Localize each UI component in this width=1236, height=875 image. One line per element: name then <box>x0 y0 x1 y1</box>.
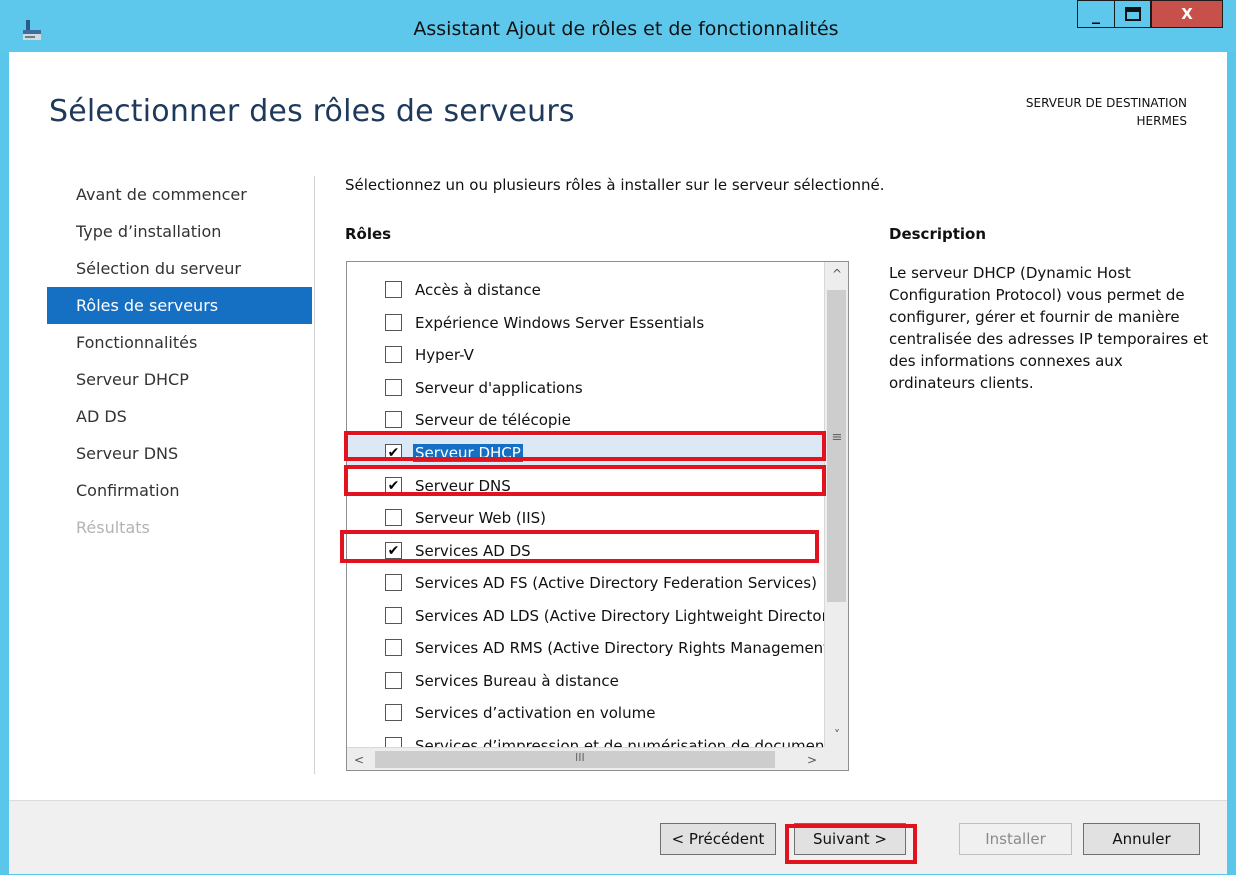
description-header: Description <box>889 225 987 243</box>
role-label: Serveur DHCP <box>413 443 523 462</box>
close-icon: X <box>1181 5 1193 23</box>
wizard-footer: < Précédent Suivant > Installer Annuler <box>9 800 1227 874</box>
minimize-button[interactable]: _ <box>1077 0 1114 28</box>
install-button: Installer <box>959 823 1072 855</box>
instructions-text: Sélectionnez un ou plusieurs rôles à ins… <box>345 176 885 194</box>
role-label: Expérience Windows Server Essentials <box>415 313 705 332</box>
role-item-selected[interactable]: ✔ Serveur DHCP <box>347 436 825 469</box>
role-item[interactable]: Services d’activation en volume <box>347 696 825 729</box>
destination-server-name: HERMES <box>1136 114 1188 128</box>
nav-item-serveur-dns[interactable]: Serveur DNS <box>47 435 312 472</box>
page-title: Sélectionner des rôles de serveurs <box>49 94 575 129</box>
role-item[interactable]: Serveur d'applications <box>347 371 825 404</box>
role-label: Serveur de télécopie <box>415 410 571 429</box>
description-text: Le serveur DHCP (Dynamic Host Configurat… <box>889 264 1209 392</box>
role-checkbox[interactable] <box>385 379 402 396</box>
maximize-icon <box>1115 1 1150 27</box>
role-checkbox[interactable] <box>385 607 402 624</box>
nav-divider <box>314 176 315 774</box>
roles-listbox[interactable]: Accès à distance Expérience Windows Serv… <box>346 261 849 771</box>
role-label: Services AD LDS (Active Directory Lightw… <box>415 606 825 625</box>
title-bar[interactable]: Assistant Ajout de rôles et de fonctionn… <box>0 0 1236 52</box>
role-label: Hyper-V <box>415 345 474 364</box>
role-item[interactable]: ✔ Services AD DS <box>347 534 825 567</box>
role-item[interactable]: Serveur Web (IIS) <box>347 501 825 534</box>
scrollbar-corner <box>824 747 848 770</box>
scroll-left-icon[interactable]: < <box>347 748 371 770</box>
role-checkbox[interactable] <box>385 704 402 721</box>
minimize-icon: _ <box>1092 4 1100 24</box>
scroll-right-icon[interactable]: > <box>800 748 824 770</box>
role-checkbox[interactable] <box>385 574 402 591</box>
role-checkbox[interactable] <box>385 281 402 298</box>
vertical-scroll-thumb[interactable] <box>827 290 846 602</box>
role-label: Services AD DS <box>415 541 531 560</box>
nav-item-ad-ds[interactable]: AD DS <box>47 398 312 435</box>
next-button[interactable]: Suivant > <box>794 823 906 855</box>
role-item[interactable]: Services Bureau à distance <box>347 664 825 697</box>
role-item[interactable]: Accès à distance <box>347 273 825 306</box>
nav-item-serveur-dhcp[interactable]: Serveur DHCP <box>47 361 312 398</box>
previous-button[interactable]: < Précédent <box>660 823 776 855</box>
role-item[interactable]: Services AD LDS (Active Directory Lightw… <box>347 599 825 632</box>
scroll-grip-icon: ≡ <box>831 430 843 445</box>
wizard-step-nav: Avant de commencer Type d’installation S… <box>47 176 312 546</box>
role-checkbox[interactable] <box>385 509 402 526</box>
nav-item-fonctionnalites[interactable]: Fonctionnalités <box>47 324 312 361</box>
destination-server-info: SERVEUR DE DESTINATION HERMES <box>1026 94 1187 130</box>
horizontal-scroll-thumb[interactable]: III <box>375 751 775 768</box>
role-item[interactable]: Hyper-V <box>347 338 825 371</box>
maximize-button[interactable] <box>1114 0 1151 28</box>
role-item[interactable]: Serveur de télécopie <box>347 403 825 436</box>
wizard-window: Assistant Ajout de rôles et de fonctionn… <box>0 0 1236 875</box>
horizontal-scrollbar[interactable]: < III > <box>347 747 824 770</box>
scroll-grip-icon: III <box>575 751 585 764</box>
wizard-content: Sélectionner des rôles de serveurs SERVE… <box>9 52 1227 874</box>
window-title: Assistant Ajout de rôles et de fonctionn… <box>413 18 839 40</box>
role-label: Services AD FS (Active Directory Federat… <box>415 573 817 592</box>
role-label: Accès à distance <box>415 280 541 299</box>
role-checkbox[interactable] <box>385 346 402 363</box>
destination-label: SERVEUR DE DESTINATION <box>1025 96 1187 110</box>
role-checkbox[interactable] <box>385 672 402 689</box>
cancel-button[interactable]: Annuler <box>1083 823 1200 855</box>
role-checkbox[interactable] <box>385 314 402 331</box>
vertical-scrollbar[interactable]: ^ ≡ ˅ <box>824 262 848 747</box>
role-label: Services d’activation en volume <box>415 703 656 722</box>
role-label: Services Bureau à distance <box>415 671 619 690</box>
scroll-up-icon[interactable]: ^ <box>825 262 848 286</box>
role-label: Serveur DNS <box>415 476 511 495</box>
nav-item-confirmation[interactable]: Confirmation <box>47 472 312 509</box>
close-button[interactable]: X <box>1151 0 1223 28</box>
nav-item-resultats: Résultats <box>76 518 150 537</box>
scroll-down-icon[interactable]: ˅ <box>825 723 848 747</box>
role-checkbox-checked[interactable]: ✔ <box>385 444 402 461</box>
role-label: Services AD RMS (Active Directory Rights… <box>415 638 825 657</box>
role-item[interactable]: Expérience Windows Server Essentials <box>347 306 825 339</box>
role-checkbox[interactable] <box>385 639 402 656</box>
role-item[interactable]: Services AD FS (Active Directory Federat… <box>347 566 825 599</box>
role-label: Serveur Web (IIS) <box>415 508 547 527</box>
role-checkbox-checked[interactable]: ✔ <box>385 477 402 494</box>
role-item[interactable]: ✔ Serveur DNS <box>347 469 825 502</box>
role-label: Serveur d'applications <box>415 378 583 397</box>
roles-list: Accès à distance Expérience Windows Serv… <box>347 273 825 748</box>
role-checkbox[interactable] <box>385 411 402 428</box>
role-item[interactable]: Services AD RMS (Active Directory Rights… <box>347 631 825 664</box>
nav-item-type-installation[interactable]: Type d’installation <box>47 213 312 250</box>
role-item[interactable]: Services d’impression et de numérisation… <box>347 729 825 748</box>
nav-item-roles-de-serveurs[interactable]: Rôles de serveurs <box>47 287 312 324</box>
role-checkbox-checked[interactable]: ✔ <box>385 542 402 559</box>
nav-item-avant-de-commencer[interactable]: Avant de commencer <box>47 176 312 213</box>
roles-header: Rôles <box>345 225 392 243</box>
nav-item-selection-serveur[interactable]: Sélection du serveur <box>47 250 312 287</box>
